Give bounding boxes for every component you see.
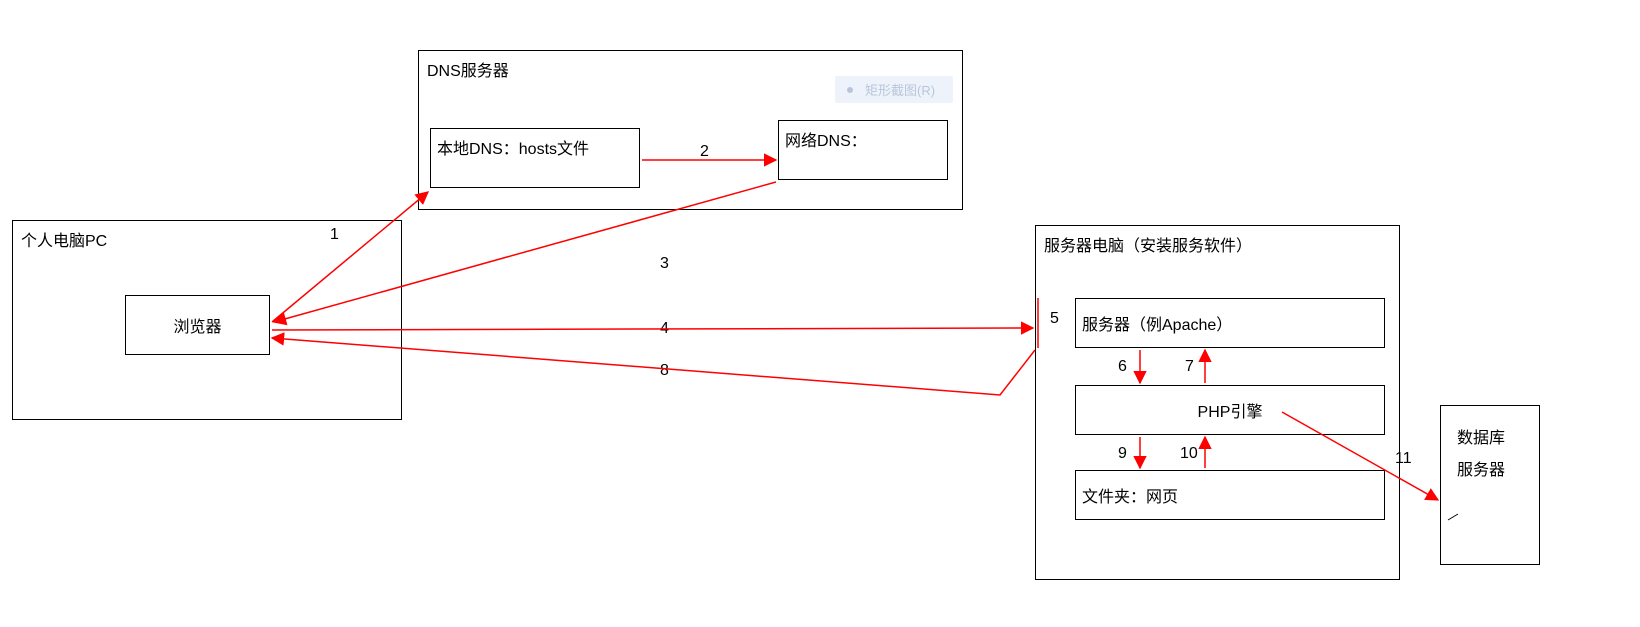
server-title: 服务器电脑（安装服务软件） <box>1044 232 1252 256</box>
apache-label: 服务器（例Apache） <box>1082 311 1232 335</box>
step-3: 3 <box>660 255 669 273</box>
step-5: 5 <box>1050 310 1059 328</box>
network-dns-box: 网络DNS： <box>778 120 948 180</box>
folder-label: 文件夹：网页 <box>1082 483 1178 507</box>
browser-label: 浏览器 <box>126 296 269 354</box>
network-dns-label: 网络DNS： <box>785 127 867 151</box>
step-1: 1 <box>330 226 339 244</box>
local-dns-label: 本地DNS：hosts文件 <box>437 135 589 159</box>
php-label: PHP引擎 <box>1076 386 1384 434</box>
php-box: PHP引擎 <box>1075 385 1385 435</box>
db-label-1: 数据库 <box>1457 424 1505 448</box>
apache-box: 服务器（例Apache） <box>1075 298 1385 348</box>
step-10: 10 <box>1180 445 1198 463</box>
screenshot-hint: 矩形截图(R) <box>835 76 953 103</box>
step-8: 8 <box>660 362 669 380</box>
step-11: 11 <box>1395 450 1412 468</box>
db-label-2: 服务器 <box>1457 456 1505 480</box>
local-dns-box: 本地DNS：hosts文件 <box>430 128 640 188</box>
step-6: 6 <box>1118 358 1127 376</box>
step-7: 7 <box>1185 358 1194 376</box>
pc-title: 个人电脑PC <box>21 227 107 251</box>
step-2: 2 <box>700 143 709 161</box>
folder-box: 文件夹：网页 <box>1075 470 1385 520</box>
dns-title: DNS服务器 <box>427 57 509 81</box>
step-4: 4 <box>660 320 669 338</box>
db-box: 数据库 服务器 <box>1440 405 1540 565</box>
browser-box: 浏览器 <box>125 295 270 355</box>
step-9: 9 <box>1118 445 1127 463</box>
